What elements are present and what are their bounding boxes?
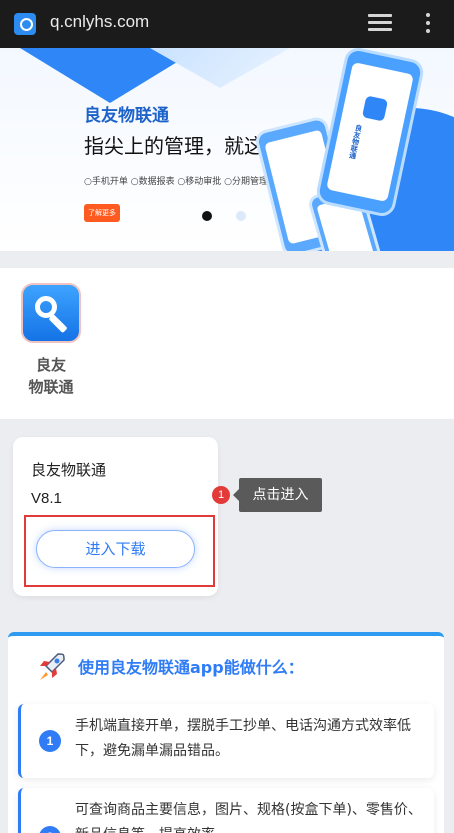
features-panel: 使用良友物联通app能做什么： 1 手机端直接开单，摆脱手工抄单、电话沟通方式效…	[8, 632, 444, 833]
app-key-icon	[21, 283, 81, 343]
download-app-name: 良友物联通	[31, 461, 107, 479]
key-icon	[361, 95, 389, 122]
site-icon	[14, 13, 36, 35]
url-text[interactable]: q.cnlyhs.com	[50, 12, 149, 32]
carousel-dots	[202, 206, 270, 225]
phone-label: 良友物联通	[348, 123, 364, 160]
carousel-dot[interactable]	[236, 211, 246, 221]
hint-badge: 1	[212, 486, 230, 504]
carousel-dot-active[interactable]	[202, 211, 212, 221]
banner-features: ○手机开单 ○数据报表 ○移动审批 ○分期管理	[84, 177, 268, 187]
browser-toolbar: q.cnlyhs.com	[0, 0, 454, 48]
download-version: V8.1	[31, 490, 62, 507]
app-name: 良友 物联通	[28, 356, 74, 396]
tabs-icon[interactable]	[368, 14, 392, 34]
enter-download-button[interactable]: 进入下载	[36, 530, 195, 568]
feature-number: 2	[39, 826, 61, 833]
app-info-section: 良友 物联通	[0, 268, 454, 419]
feature-text: 手机端直接开单，摆脱手工抄单、电话沟通方式效率低下，避免漏单漏品错品。	[75, 718, 411, 759]
feature-text: 可查询商品主要信息，图片、规格(按盒下单)、零售价、新品信息等，提高效率。	[75, 802, 422, 833]
feature-item: 2 可查询商品主要信息，图片、规格(按盒下单)、零售价、新品信息等，提高效率。	[18, 788, 434, 833]
feature-item: 1 手机端直接开单，摆脱手工抄单、电话沟通方式效率低下，避免漏单漏品错品。	[18, 704, 434, 778]
banner-brand: 良友物联通	[84, 106, 169, 126]
features-title: 使用良友物联通app能做什么：	[78, 658, 304, 677]
feature-number: 1	[39, 730, 61, 752]
banner-learn-more-button[interactable]: 了解更多	[84, 204, 120, 222]
hint-tooltip: 点击进入	[233, 478, 322, 512]
rocket-icon	[40, 653, 65, 680]
menu-icon[interactable]	[426, 13, 432, 35]
promo-banner[interactable]: 良友物联通 指尖上的管理，就这么简单! ○手机开单 ○数据报表 ○移动审批 ○分…	[0, 48, 454, 251]
